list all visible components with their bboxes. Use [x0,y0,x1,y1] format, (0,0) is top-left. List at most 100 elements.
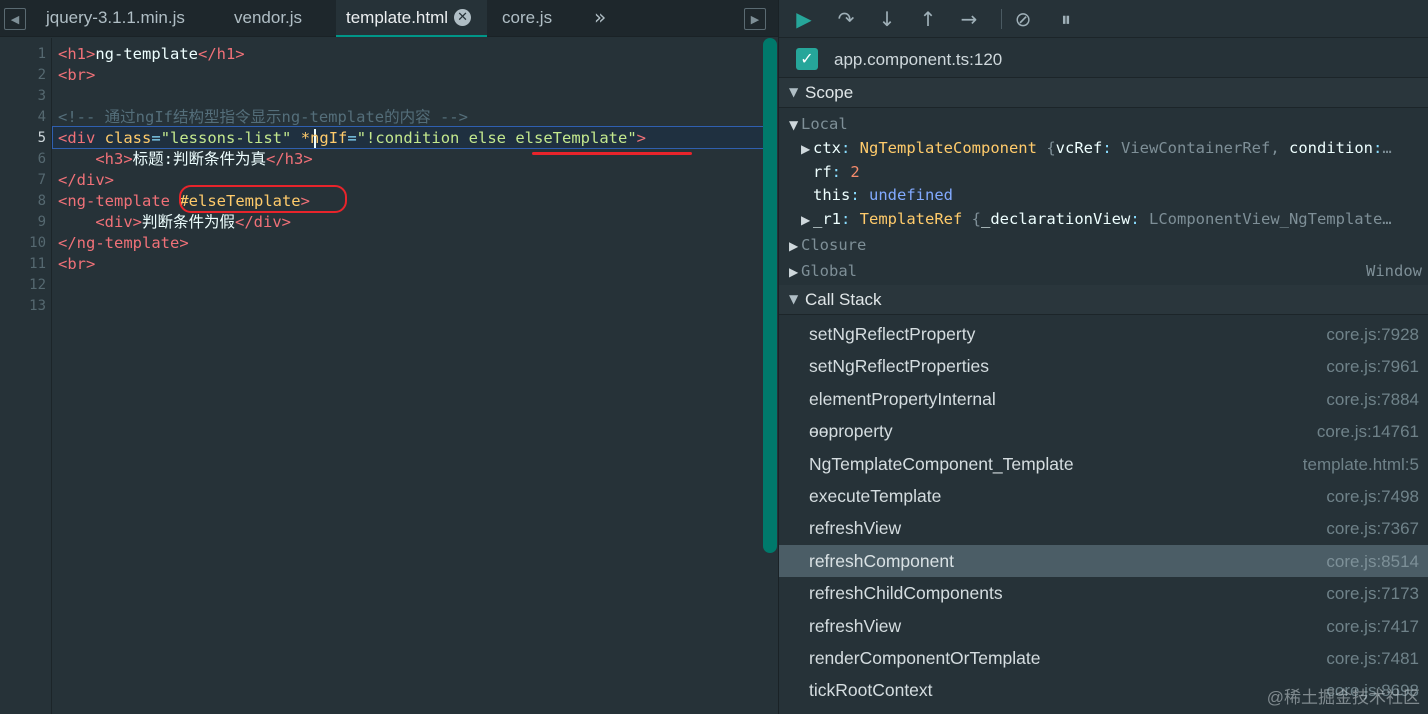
frame-function: executeTemplate [809,486,942,506]
call-stack-frame[interactable]: elementPropertyInternal core.js:7884 [779,383,1428,415]
call-stack-section-header[interactable]: ▼ Call Stack [779,285,1428,315]
frame-location[interactable]: core.js:7173 [1326,584,1419,604]
call-stack-frame[interactable]: setNgReflectProperty core.js:7928 [779,318,1428,350]
chevron-right-icon: ▶ [801,142,811,156]
pause-on-exceptions-icon[interactable]: ⏸ [1053,6,1079,32]
frame-location[interactable]: core.js:7498 [1326,487,1419,507]
step-over-icon[interactable]: ↷ [833,6,859,32]
breakpoint-checkbox[interactable]: ✓ [796,48,818,70]
chevron-down-icon: ▼ [789,118,799,132]
editor-scrollbar[interactable] [763,38,777,553]
line-number[interactable]: 9 [0,214,46,230]
panel-left-icon[interactable]: ◀ [4,8,26,30]
step-out-icon[interactable]: ↑ [915,6,941,32]
call-stack-frame[interactable]: refreshView core.js:7417 [779,610,1428,642]
line-number[interactable]: 4 [0,109,46,125]
step-icon[interactable]: → [956,6,982,32]
code-line-2: <br> [58,66,96,84]
frame-location[interactable]: core.js:7367 [1326,519,1419,539]
call-stack-frame[interactable]: executeTemplate core.js:7498 [779,480,1428,512]
global-value: Window [1366,262,1422,280]
frame-location[interactable]: core.js:7417 [1326,617,1419,637]
deactivate-breakpoints-icon[interactable]: ⊘ [1010,6,1036,32]
call-stack-frame[interactable]: NgTemplateComponent_Template template.htm… [779,448,1428,480]
line-number[interactable]: 8 [0,193,46,209]
frame-function: refreshView [809,615,902,636]
code-line-1: <h1>ng-template</h1> [58,45,245,63]
tab-core[interactable]: core.js [492,0,562,37]
code-lines: <h1>ng-template</h1> <br> <!-- 通过ngIf结构型… [52,38,764,714]
annotation-underline [532,152,692,155]
frame-function: tickRootContext [809,680,933,701]
code-line-9: <div>判断条件为假</div> [95,213,292,231]
scope-closure[interactable]: ▶ Closure [779,234,1428,257]
code-line-10: </ng-template> [58,234,189,252]
scope-global[interactable]: ▶ Global Window [779,260,1428,283]
tab-template-html[interactable]: template.html ✕ [336,0,487,37]
frame-function: ɵɵproperty [809,421,893,442]
code-line-6: <h3>标题:判断条件为真</h3> [95,150,313,168]
editor-tab-bar: ◀ jquery-3.1.1.min.js vendor.js template… [0,0,778,37]
frame-location[interactable]: template.html:5 [1303,455,1419,475]
frame-function: refreshComponent [809,550,954,571]
step-into-icon[interactable]: ↓ [874,6,900,32]
call-stack-frame[interactable]: refreshView core.js:7367 [779,512,1428,544]
frame-function: setNgReflectProperty [809,324,976,344]
frame-location[interactable]: core.js:14761 [1317,422,1419,442]
debug-toolbar: ▶ ↷ ↓ ↑ → ⊘ ⏸ [779,0,1428,38]
frame-function: elementPropertyInternal [809,388,996,409]
chevron-down-icon: ▼ [789,85,799,99]
chevron-right-icon: ▶ [789,265,799,279]
tab-label: core.js [502,8,553,27]
line-number[interactable]: 12 [0,277,46,293]
watermark: @稀土掘金技术社区 [1266,688,1420,707]
frame-function: renderComponentOrTemplate [809,648,1041,668]
chevron-down-icon: ▼ [789,292,799,306]
breakpoint-row[interactable]: ✓ app.component.ts:120 [779,40,1428,78]
line-number[interactable]: 1 [0,46,46,62]
more-tabs-icon[interactable]: » [594,0,606,37]
scope-var-r1[interactable]: ▶ _r1: TemplateRef {_declarationView: LCo… [779,208,1428,231]
toolbar-separator [1001,9,1002,29]
code-line-4: <!-- 通过ngIf结构型指令显示ng-template的内容 --> [58,108,468,126]
breakpoint-label: app.component.ts:120 [834,50,1003,69]
line-number[interactable]: 11 [0,256,46,272]
tab-jquery[interactable]: jquery-3.1.1.min.js [36,0,195,37]
frame-location[interactable]: core.js:7961 [1326,357,1419,377]
scope-section-header[interactable]: ▼ Scope [779,78,1428,108]
scope-local[interactable]: ▼ Local [779,113,1428,136]
chevron-right-icon: ▶ [789,239,799,253]
scope-var-ctx[interactable]: ▶ ctx: NgTemplateComponent {vcRef: ViewCo… [779,137,1428,160]
chevron-right-icon: ▶ [801,213,811,227]
code-line-11: <br> [58,255,96,273]
line-number[interactable]: 5 [0,130,46,146]
frame-location[interactable]: core.js:7928 [1326,325,1419,345]
call-stack-title: Call Stack [805,290,882,309]
line-number[interactable]: 10 [0,235,46,251]
line-number[interactable]: 13 [0,298,46,314]
tab-vendor[interactable]: vendor.js [224,0,312,37]
line-number[interactable]: 3 [0,88,46,104]
tab-label: jquery-3.1.1.min.js [46,8,185,27]
call-stack-frame[interactable]: ɵɵproperty core.js:14761 [779,415,1428,447]
scope-var-this: this: undefined [813,186,953,204]
debugger-pane: ▶ ↷ ↓ ↑ → ⊘ ⏸ ✓ app.component.ts:120 ▼ S… [778,0,1428,714]
frame-location[interactable]: core.js:8514 [1326,552,1419,572]
tab-label: template.html [346,8,449,27]
code-line-5: <div class="lessons-list" *ngIf="!condit… [58,129,647,147]
line-number[interactable]: 6 [0,151,46,167]
frame-location[interactable]: core.js:7481 [1326,649,1419,669]
scope-var-rf: rf: 2 [813,163,860,181]
frame-function: setNgReflectProperties [809,356,989,377]
resume-icon[interactable]: ▶ [791,6,817,32]
call-stack-frame[interactable]: refreshComponent core.js:8514 [779,544,1428,577]
close-icon[interactable]: ✕ [454,9,472,26]
call-stack-frame[interactable]: setNgReflectProperties core.js:7961 [779,350,1428,382]
frame-function: refreshView [809,518,902,539]
call-stack-frame[interactable]: renderComponentOrTemplate core.js:7481 [779,642,1428,674]
panel-right-icon[interactable]: ▶ [744,8,766,30]
line-number[interactable]: 7 [0,172,46,188]
frame-location[interactable]: core.js:7884 [1326,390,1419,410]
line-number[interactable]: 2 [0,67,46,83]
call-stack-frame[interactable]: refreshChildComponents core.js:7173 [779,577,1428,609]
